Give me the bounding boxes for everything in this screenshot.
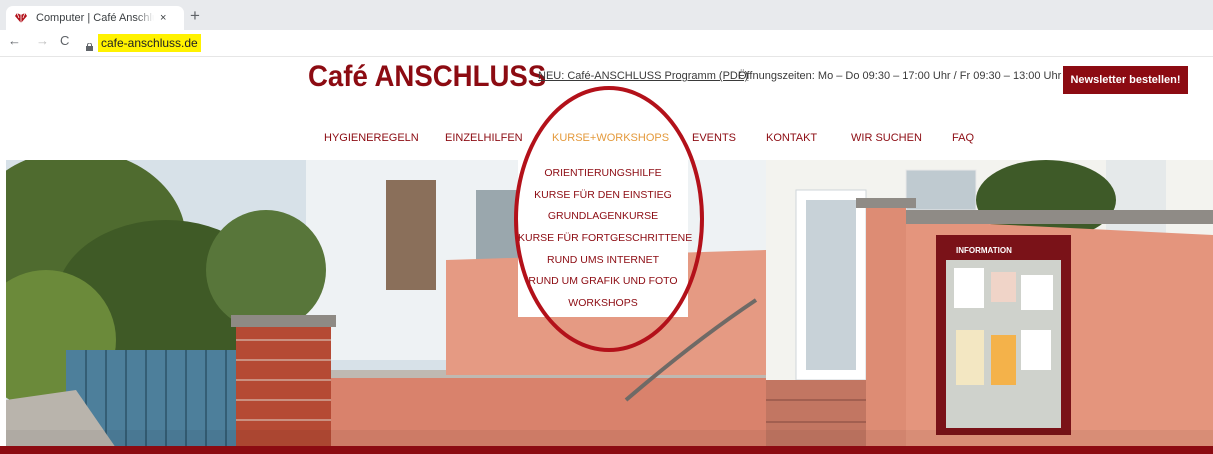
- new-tab-button[interactable]: +: [190, 6, 200, 26]
- dropdown-item-kurse-fortgeschrittene[interactable]: KURSE FÜR FORTGESCHRITTENE: [518, 228, 692, 250]
- nav-item-faq[interactable]: FAQ: [952, 132, 974, 144]
- address-bar: ← → C cafe-anschluss.de: [0, 30, 1213, 57]
- dropdown-item-kurse-einstieg[interactable]: KURSE FÜR DEN EINSTIEG: [518, 185, 688, 207]
- newsletter-button[interactable]: Newsletter bestellen!: [1063, 66, 1188, 94]
- nav-item-events[interactable]: EVENTS: [692, 132, 736, 144]
- nav-item-wir-suchen[interactable]: WIR SUCHEN: [851, 132, 922, 144]
- programm-pdf-link[interactable]: NEU: Café-ANSCHLUSS Programm (PDF): [538, 70, 748, 82]
- url-field[interactable]: cafe-anschluss.de: [98, 34, 201, 52]
- dropdown-item-rund-ums-internet[interactable]: RUND UMS INTERNET: [518, 250, 688, 272]
- opening-hours: Öffnungszeiten: Mo – Do 09:30 – 17:00 Uh…: [738, 70, 1062, 82]
- dropdown-item-orientierungshilfe[interactable]: ORIENTIERUNGSHILFE: [518, 163, 688, 185]
- dropdown-item-workshops[interactable]: WORKSHOPS: [518, 293, 688, 315]
- back-icon[interactable]: ←: [8, 33, 21, 48]
- nav-item-kurse-workshops[interactable]: KURSE+WORKSHOPS: [552, 132, 669, 144]
- kurse-workshops-dropdown: ORIENTIERUNGSHILFE KURSE FÜR DEN EINSTIE…: [518, 160, 692, 317]
- browser-tab-bar: Computer | Café Anschluss Frankfurt × +: [0, 0, 1213, 30]
- close-tab-icon[interactable]: ×: [160, 12, 166, 24]
- favicon-icon: [14, 11, 28, 25]
- site-logo[interactable]: Café ANSCHLUSS: [308, 60, 546, 94]
- footer-bar: [0, 446, 1213, 454]
- reload-icon[interactable]: C: [60, 33, 69, 48]
- main-navigation: HYGIENEREGELN EINZELHILFEN KURSE+WORKSHO…: [0, 132, 1213, 148]
- information-board-label: INFORMATION: [956, 246, 1012, 255]
- tab-title: Computer | Café Anschluss Frankfurt: [36, 12, 154, 24]
- nav-item-hygieneregeln[interactable]: HYGIENEREGELN: [324, 132, 419, 144]
- dropdown-item-grundlagenkurse[interactable]: GRUNDLAGENKURSE: [518, 206, 688, 228]
- nav-item-einzelhilfen[interactable]: EINZELHILFEN: [445, 132, 523, 144]
- forward-icon[interactable]: →: [36, 33, 49, 48]
- browser-tab[interactable]: Computer | Café Anschluss Frankfurt ×: [6, 6, 184, 30]
- nav-item-kontakt[interactable]: KONTAKT: [766, 132, 817, 144]
- dropdown-item-grafik-foto[interactable]: RUND UM GRAFIK UND FOTO: [518, 271, 688, 293]
- lock-icon: [86, 38, 93, 51]
